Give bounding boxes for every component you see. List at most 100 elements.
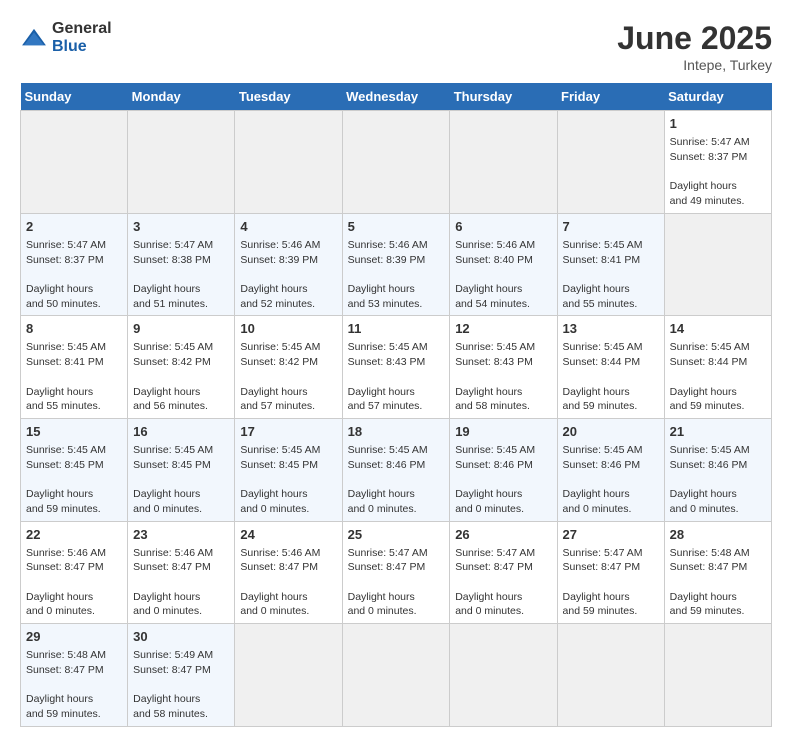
sunrise: Sunrise: 5:46 AM xyxy=(348,239,428,251)
daylight-hours: Daylight hours xyxy=(563,283,630,295)
daylight-minutes: and 0 minutes. xyxy=(563,503,632,515)
day-number: 3 xyxy=(133,218,229,236)
daylight-minutes: and 58 minutes. xyxy=(455,400,530,412)
daylight-hours: Daylight hours xyxy=(133,386,200,398)
daylight-minutes: and 58 minutes. xyxy=(133,708,208,720)
daylight-hours: Daylight hours xyxy=(670,591,737,603)
calendar-cell: 24Sunrise: 5:46 AMSunset: 8:47 PMDayligh… xyxy=(235,521,342,624)
daylight-hours: Daylight hours xyxy=(133,488,200,500)
sunset: Sunset: 8:46 PM xyxy=(563,459,641,471)
daylight-minutes: and 0 minutes. xyxy=(240,503,309,515)
daylight-hours: Daylight hours xyxy=(26,693,93,705)
day-number: 12 xyxy=(455,320,551,338)
calendar-week-3: 8Sunrise: 5:45 AMSunset: 8:41 PMDaylight… xyxy=(21,316,772,419)
calendar-cell: 5Sunrise: 5:46 AMSunset: 8:39 PMDaylight… xyxy=(342,213,450,316)
sunrise: Sunrise: 5:46 AM xyxy=(240,547,320,559)
sunrise: Sunrise: 5:45 AM xyxy=(563,341,643,353)
day-header-monday: Monday xyxy=(128,83,235,111)
daylight-hours: Daylight hours xyxy=(348,488,415,500)
sunset: Sunset: 8:47 PM xyxy=(26,664,104,676)
sunset: Sunset: 8:42 PM xyxy=(240,356,318,368)
daylight-minutes: and 57 minutes. xyxy=(348,400,423,412)
calendar-cell: 7Sunrise: 5:45 AMSunset: 8:41 PMDaylight… xyxy=(557,213,664,316)
daylight-hours: Daylight hours xyxy=(348,386,415,398)
logo: General Blue xyxy=(20,20,112,56)
daylight-hours: Daylight hours xyxy=(26,488,93,500)
month-title: June 2025 xyxy=(617,20,772,57)
daylight-hours: Daylight hours xyxy=(563,591,630,603)
daylight-hours: Daylight hours xyxy=(133,591,200,603)
day-header-sunday: Sunday xyxy=(21,83,128,111)
day-number: 9 xyxy=(133,320,229,338)
calendar-week-2: 2Sunrise: 5:47 AMSunset: 8:37 PMDaylight… xyxy=(21,213,772,316)
sunrise: Sunrise: 5:45 AM xyxy=(26,341,106,353)
day-number: 16 xyxy=(133,423,229,441)
day-number: 27 xyxy=(563,526,659,544)
day-number: 18 xyxy=(348,423,445,441)
sunset: Sunset: 8:46 PM xyxy=(670,459,748,471)
calendar-cell: 23Sunrise: 5:46 AMSunset: 8:47 PMDayligh… xyxy=(128,521,235,624)
calendar-cell xyxy=(342,624,450,727)
day-number: 23 xyxy=(133,526,229,544)
title-block: June 2025 Intepe, Turkey xyxy=(617,20,772,73)
day-number: 6 xyxy=(455,218,551,236)
daylight-hours: Daylight hours xyxy=(240,283,307,295)
daylight-minutes: and 54 minutes. xyxy=(455,298,530,310)
sunrise: Sunrise: 5:45 AM xyxy=(563,239,643,251)
calendar-cell: 26Sunrise: 5:47 AMSunset: 8:47 PMDayligh… xyxy=(450,521,557,624)
day-number: 19 xyxy=(455,423,551,441)
sunset: Sunset: 8:46 PM xyxy=(348,459,426,471)
calendar-cell: 21Sunrise: 5:45 AMSunset: 8:46 PMDayligh… xyxy=(664,418,771,521)
daylight-minutes: and 0 minutes. xyxy=(240,605,309,617)
calendar-cell xyxy=(557,111,664,214)
calendar-cell xyxy=(235,111,342,214)
daylight-minutes: and 0 minutes. xyxy=(133,503,202,515)
daylight-minutes: and 0 minutes. xyxy=(455,503,524,515)
calendar-cell xyxy=(664,624,771,727)
day-number: 15 xyxy=(26,423,122,441)
calendar-cell xyxy=(21,111,128,214)
day-header-friday: Friday xyxy=(557,83,664,111)
day-header-tuesday: Tuesday xyxy=(235,83,342,111)
day-number: 29 xyxy=(26,628,122,646)
calendar-cell: 1Sunrise: 5:47 AMSunset: 8:37 PMDaylight… xyxy=(664,111,771,214)
daylight-hours: Daylight hours xyxy=(26,591,93,603)
calendar-cell xyxy=(450,111,557,214)
sunrise: Sunrise: 5:45 AM xyxy=(670,341,750,353)
day-header-thursday: Thursday xyxy=(450,83,557,111)
day-number: 17 xyxy=(240,423,336,441)
logo-text: General Blue xyxy=(52,20,112,56)
sunrise: Sunrise: 5:45 AM xyxy=(348,341,428,353)
daylight-minutes: and 56 minutes. xyxy=(133,400,208,412)
sunset: Sunset: 8:47 PM xyxy=(26,561,104,573)
daylight-hours: Daylight hours xyxy=(133,283,200,295)
daylight-minutes: and 53 minutes. xyxy=(348,298,423,310)
daylight-hours: Daylight hours xyxy=(348,591,415,603)
calendar-cell xyxy=(557,624,664,727)
daylight-minutes: and 57 minutes. xyxy=(240,400,315,412)
sunset: Sunset: 8:37 PM xyxy=(670,151,748,163)
calendar-week-5: 22Sunrise: 5:46 AMSunset: 8:47 PMDayligh… xyxy=(21,521,772,624)
daylight-hours: Daylight hours xyxy=(563,488,630,500)
sunrise: Sunrise: 5:45 AM xyxy=(455,341,535,353)
day-number: 4 xyxy=(240,218,336,236)
daylight-minutes: and 59 minutes. xyxy=(26,503,101,515)
calendar-cell xyxy=(342,111,450,214)
sunrise: Sunrise: 5:47 AM xyxy=(455,547,535,559)
sunrise: Sunrise: 5:45 AM xyxy=(455,444,535,456)
page-header: General Blue June 2025 Intepe, Turkey xyxy=(20,20,772,73)
calendar-cell: 6Sunrise: 5:46 AMSunset: 8:40 PMDaylight… xyxy=(450,213,557,316)
sunrise: Sunrise: 5:45 AM xyxy=(670,444,750,456)
daylight-hours: Daylight hours xyxy=(455,386,522,398)
calendar-week-1: 1Sunrise: 5:47 AMSunset: 8:37 PMDaylight… xyxy=(21,111,772,214)
calendar-cell: 19Sunrise: 5:45 AMSunset: 8:46 PMDayligh… xyxy=(450,418,557,521)
sunrise: Sunrise: 5:46 AM xyxy=(133,547,213,559)
calendar-cell: 22Sunrise: 5:46 AMSunset: 8:47 PMDayligh… xyxy=(21,521,128,624)
calendar-cell xyxy=(450,624,557,727)
sunrise: Sunrise: 5:45 AM xyxy=(563,444,643,456)
calendar-cell: 14Sunrise: 5:45 AMSunset: 8:44 PMDayligh… xyxy=(664,316,771,419)
daylight-hours: Daylight hours xyxy=(670,488,737,500)
calendar-cell: 11Sunrise: 5:45 AMSunset: 8:43 PMDayligh… xyxy=(342,316,450,419)
day-number: 25 xyxy=(348,526,445,544)
daylight-minutes: and 0 minutes. xyxy=(133,605,202,617)
